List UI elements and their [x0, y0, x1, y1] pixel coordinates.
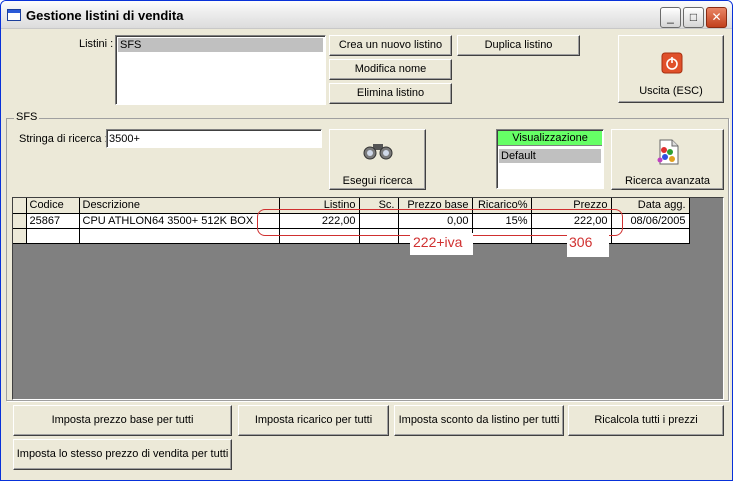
search-button[interactable]: Esegui ricerca	[329, 129, 426, 190]
window-icon	[7, 9, 21, 21]
new-list-button[interactable]: Crea un nuovo listino	[329, 35, 452, 56]
title-bar[interactable]: Gestione listini di vendita _ □ ✕	[1, 1, 732, 29]
duplicate-list-button[interactable]: Duplica listino	[457, 35, 580, 56]
listini-listbox[interactable]: SFS	[115, 35, 326, 105]
view-listbox[interactable]: Visualizzazione Default	[496, 129, 604, 189]
main-window: Gestione listini di vendita _ □ ✕ Listin…	[0, 0, 733, 481]
power-icon	[661, 52, 683, 74]
close-button[interactable]: ✕	[706, 7, 727, 28]
set-base-price-label: Imposta prezzo base per tutti	[51, 414, 194, 426]
set-discount-label: Imposta sconto da listino per tutti	[398, 414, 560, 426]
maximize-button[interactable]: □	[683, 7, 704, 28]
set-base-price-button[interactable]: Imposta prezzo base per tutti	[13, 405, 232, 436]
view-header: Visualizzazione	[498, 131, 602, 146]
col-data-agg[interactable]: Data agg.	[611, 198, 690, 214]
annotation-note-1: 222+iva	[410, 233, 473, 255]
col-codice[interactable]: Codice	[26, 198, 80, 214]
cell-descrizione[interactable]: CPU ATHLON64 3500+ 512K BOX	[79, 213, 280, 229]
set-same-price-label: Imposta lo stesso prezzo di vendita per …	[16, 448, 229, 460]
advanced-search-icon	[657, 139, 679, 165]
cell-codice[interactable]: 25867	[26, 213, 80, 229]
search-input[interactable]	[106, 129, 322, 148]
row-indicator	[13, 198, 27, 214]
set-markup-button[interactable]: Imposta ricarico per tutti	[238, 405, 389, 436]
recalc-button[interactable]: Ricalcola tutti i prezzi	[568, 405, 724, 436]
row-highlight-annotation	[257, 209, 623, 236]
rename-button[interactable]: Modifica nome	[329, 59, 452, 80]
set-discount-button[interactable]: Imposta sconto da listino per tutti	[394, 405, 564, 436]
col-descrizione[interactable]: Descrizione	[79, 198, 280, 214]
view-item-default[interactable]: Default	[499, 149, 601, 163]
set-markup-label: Imposta ricarico per tutti	[254, 414, 373, 426]
search-label: Stringa di ricerca :	[19, 133, 108, 145]
new-list-label: Crea un nuovo listino	[338, 39, 443, 51]
recalc-label: Ricalcola tutti i prezzi	[594, 414, 698, 426]
row-indicator	[13, 213, 27, 229]
delete-list-button[interactable]: Elimina listino	[329, 83, 452, 104]
set-same-price-button[interactable]: Imposta lo stesso prezzo di vendita per …	[13, 439, 232, 470]
advanced-search-label: Ricerca avanzata	[625, 175, 710, 187]
exit-button[interactable]: Uscita (ESC)	[618, 35, 724, 103]
delete-list-label: Elimina listino	[356, 87, 425, 99]
search-button-label: Esegui ricerca	[342, 175, 413, 187]
listini-item-sfs[interactable]: SFS	[118, 38, 323, 52]
annotation-note-2: 306	[567, 233, 609, 257]
exit-label: Uscita (ESC)	[639, 85, 703, 97]
rename-label: Modifica nome	[354, 63, 427, 75]
listini-label: Listini :	[79, 38, 114, 50]
empty-cell[interactable]	[79, 228, 280, 244]
window-title: Gestione listini di vendita	[26, 8, 184, 23]
binoculars-icon	[363, 144, 393, 160]
duplicate-list-label: Duplica listino	[484, 39, 553, 51]
empty-cell[interactable]	[611, 228, 690, 244]
empty-cell[interactable]	[26, 228, 80, 244]
advanced-search-button[interactable]: Ricerca avanzata	[611, 129, 724, 190]
minimize-button[interactable]: _	[660, 7, 681, 28]
row-indicator	[13, 228, 27, 244]
group-title: SFS	[14, 111, 40, 123]
